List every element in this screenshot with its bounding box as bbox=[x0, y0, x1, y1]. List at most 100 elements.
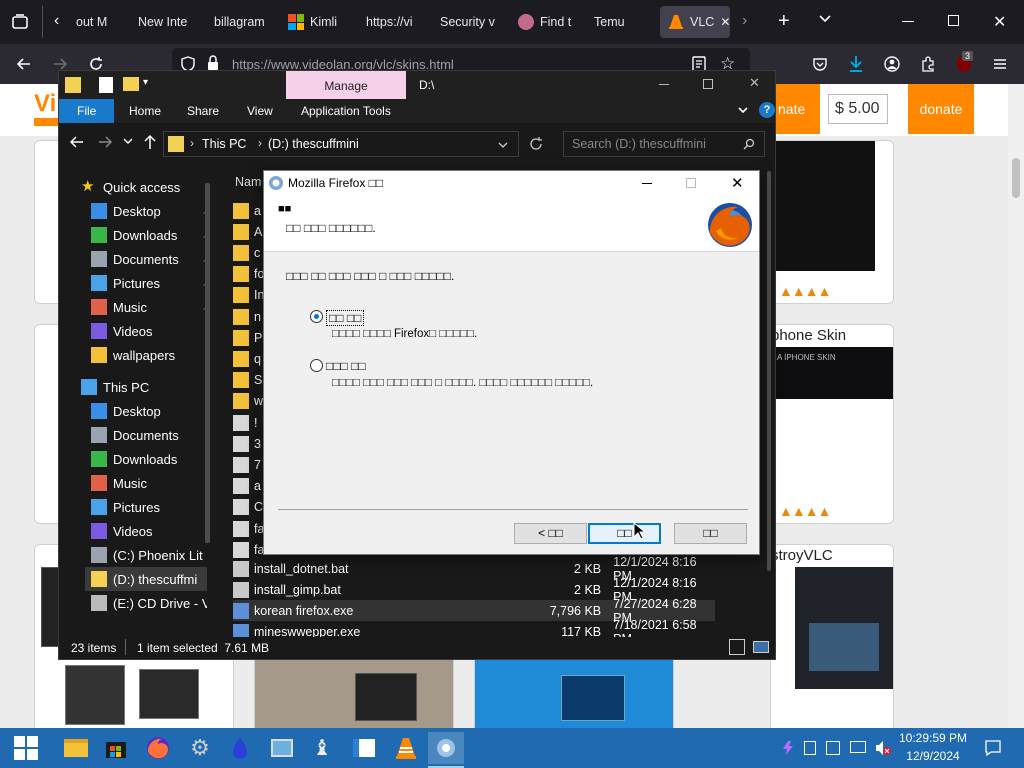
file-row[interactable]: a bbox=[233, 476, 263, 497]
nav-quick-item[interactable]: Music📌 bbox=[91, 295, 209, 319]
nav-quick-item[interactable]: wallpapers bbox=[91, 343, 209, 367]
browser-tab[interactable]: billagram bbox=[206, 6, 276, 38]
browser-tab[interactable]: VLC ✕ bbox=[660, 6, 730, 38]
lock-icon[interactable] bbox=[206, 55, 220, 71]
browser-tab[interactable]: Security v bbox=[432, 6, 506, 38]
ribbon-tab-application-tools[interactable]: Application Tools bbox=[289, 99, 403, 123]
file-explorer-taskbar-icon[interactable] bbox=[60, 732, 92, 764]
network-icon[interactable] bbox=[850, 741, 866, 753]
dialog-close-icon[interactable]: ✕ bbox=[731, 174, 744, 192]
file-row[interactable]: 3 bbox=[233, 433, 263, 454]
skin-card[interactable] bbox=[474, 654, 674, 728]
skin-card[interactable] bbox=[254, 654, 454, 728]
droplet-app-icon[interactable] bbox=[224, 732, 256, 764]
nav-quick-item[interactable]: Desktop📌 bbox=[91, 199, 209, 223]
column-header-name[interactable]: Nam bbox=[235, 175, 261, 189]
clock-date[interactable]: 12/9/2024 bbox=[898, 749, 968, 763]
explorer-maximize-icon[interactable] bbox=[703, 79, 713, 89]
dialog-minimize-icon[interactable] bbox=[642, 183, 652, 184]
explorer-forward-icon[interactable] bbox=[97, 134, 113, 150]
nav-pc-item[interactable]: Pictures bbox=[91, 495, 207, 519]
browser-tab[interactable]: Find t bbox=[510, 6, 582, 38]
back-icon[interactable] bbox=[12, 52, 36, 76]
close-window-icon[interactable]: ✕ bbox=[993, 12, 1006, 32]
explorer-close-icon[interactable]: ✕ bbox=[749, 75, 760, 91]
microsoft-store-icon[interactable] bbox=[100, 732, 132, 764]
browser-tab[interactable]: New Inte bbox=[130, 6, 202, 38]
file-row[interactable]: S bbox=[233, 370, 263, 391]
clock-time[interactable]: 10:29:59 PM bbox=[898, 731, 968, 745]
donate-button[interactable]: donate bbox=[908, 84, 974, 134]
restore-icon[interactable] bbox=[948, 15, 959, 26]
properties-icon[interactable] bbox=[99, 77, 113, 93]
file-row[interactable]: ! bbox=[233, 412, 263, 433]
downloads-icon[interactable] bbox=[848, 55, 864, 73]
file-row[interactable]: fa bbox=[233, 518, 264, 539]
file-row[interactable]: A bbox=[233, 221, 263, 242]
install-type-standard-radio[interactable] bbox=[310, 310, 323, 323]
start-icon[interactable] bbox=[10, 732, 42, 764]
notification-center-icon[interactable] bbox=[984, 739, 1002, 757]
new-tab-icon[interactable]: + bbox=[778, 10, 790, 33]
nav-pc-item[interactable]: (D:) thescuffmi bbox=[85, 567, 207, 591]
search-icon[interactable] bbox=[743, 138, 755, 150]
nav-pc-item[interactable]: Documents bbox=[91, 423, 207, 447]
quick-access-toolbar-dropdown-icon[interactable]: ▾ bbox=[143, 77, 148, 88]
nav-pane-scrollbar[interactable] bbox=[205, 183, 210, 543]
tray-window-icon[interactable] bbox=[826, 741, 840, 755]
nav-quick-item[interactable]: Downloads📌 bbox=[91, 223, 209, 247]
address-bar[interactable]: › This PC › (D:) thescuffmini bbox=[163, 131, 519, 157]
address-dropdown-icon[interactable] bbox=[498, 140, 508, 150]
photos-app-icon[interactable] bbox=[266, 732, 298, 764]
close-tab-icon[interactable]: ✕ bbox=[720, 15, 730, 29]
tab-overview-icon[interactable] bbox=[8, 10, 32, 34]
settings-gear-icon[interactable]: ⚙ bbox=[184, 732, 216, 764]
file-row[interactable]: a bbox=[233, 200, 263, 221]
skin-card[interactable]: phone Skin A IPHONE SKIN ▲▲▲▲ bbox=[770, 324, 894, 524]
explorer-search-input[interactable]: Search (D:) thescuffmini bbox=[563, 131, 765, 157]
ribbon-tab-share[interactable]: Share bbox=[175, 99, 231, 123]
file-row[interactable]: C bbox=[233, 497, 263, 518]
browser-tab[interactable]: Kimli bbox=[280, 6, 354, 38]
file-row[interactable]: n bbox=[233, 306, 263, 327]
refresh-icon[interactable] bbox=[529, 137, 543, 151]
manage-tab[interactable]: Manage bbox=[286, 71, 406, 99]
file-row[interactable]: q bbox=[233, 348, 263, 369]
nav-pc-item[interactable]: Videos bbox=[91, 519, 207, 543]
option-label-custom[interactable]: □□□ □□ bbox=[326, 359, 366, 373]
volume-muted-icon[interactable] bbox=[874, 739, 892, 757]
large-icons-view-icon[interactable] bbox=[753, 641, 769, 653]
new-folder-icon[interactable] bbox=[123, 77, 139, 91]
back-button[interactable]: < □□ bbox=[514, 523, 587, 544]
ribbon-expand-icon[interactable] bbox=[737, 104, 749, 116]
firefox-taskbar-icon[interactable] bbox=[142, 732, 174, 764]
install-type-custom-radio[interactable] bbox=[310, 359, 323, 372]
ribbon-tab-view[interactable]: View bbox=[235, 99, 285, 123]
nav-pc-item[interactable]: Music bbox=[91, 471, 207, 495]
skin-title[interactable]: phone Skin bbox=[771, 327, 846, 344]
page-scrollbar[interactable] bbox=[1008, 84, 1024, 728]
details-view-icon[interactable] bbox=[729, 639, 745, 655]
news-app-icon[interactable] bbox=[348, 732, 380, 764]
nav-pc-item[interactable]: (E:) CD Drive - V bbox=[91, 591, 207, 615]
nav-quick-item[interactable]: Videos bbox=[91, 319, 209, 343]
tray-app-icon[interactable] bbox=[782, 740, 794, 756]
option-label-standard[interactable]: □□ □□ bbox=[326, 310, 365, 326]
tab-scroll-right-icon[interactable]: › bbox=[742, 12, 747, 30]
up-folder-icon[interactable] bbox=[143, 134, 157, 150]
installer-taskbar-icon[interactable] bbox=[428, 732, 464, 764]
skin-title[interactable]: stroyVLC bbox=[771, 547, 833, 564]
breadcrumb-drive[interactable]: (D:) thescuffmini bbox=[268, 137, 359, 151]
file-list-scrollbar[interactable] bbox=[767, 171, 771, 571]
minimize-icon[interactable] bbox=[902, 21, 914, 22]
donate-label[interactable]: nate bbox=[776, 84, 820, 134]
cancel-button[interactable]: □□ bbox=[674, 523, 747, 544]
file-row[interactable]: fo bbox=[233, 264, 264, 285]
nav-quick-item[interactable]: Documents📌 bbox=[91, 247, 209, 271]
ribbon-tab-file[interactable]: File bbox=[59, 99, 115, 123]
breadcrumb-this-pc[interactable]: This PC bbox=[202, 137, 246, 151]
file-row[interactable]: c bbox=[233, 242, 263, 263]
browser-tab[interactable]: https://vi bbox=[358, 6, 428, 38]
skin-card[interactable]: stroyVLC bbox=[770, 544, 894, 728]
skin-card[interactable]: ▲▲▲▲ bbox=[770, 140, 894, 304]
